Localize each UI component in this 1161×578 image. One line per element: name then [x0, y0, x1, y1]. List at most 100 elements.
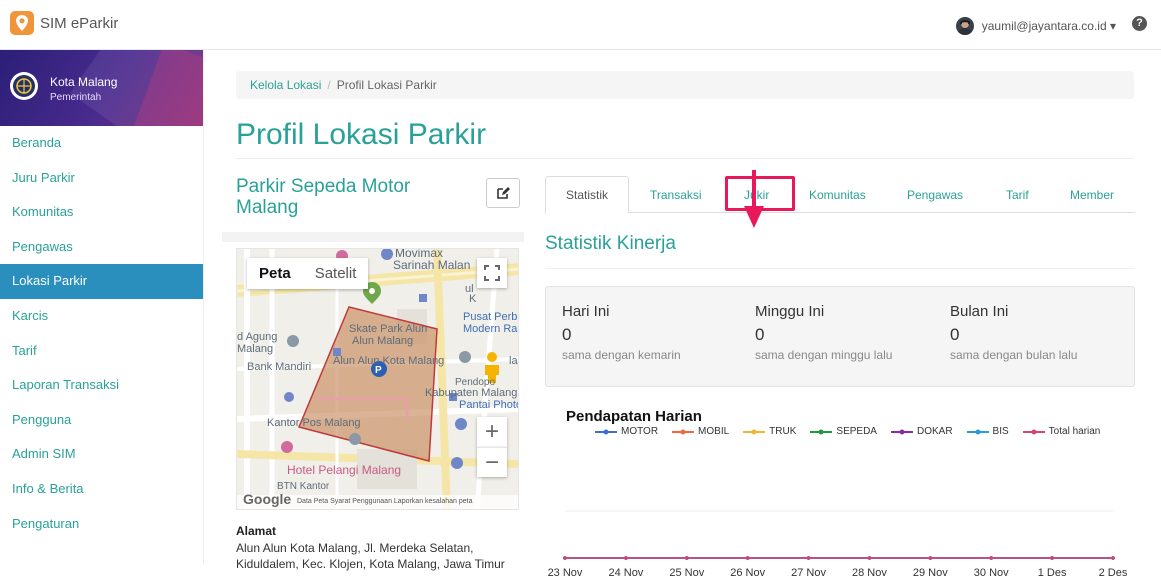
divider: [236, 158, 1134, 159]
sidebar-item-pengawas[interactable]: Pengawas: [0, 230, 203, 265]
legend-swatch: [966, 429, 989, 434]
legend-label: MOTOR: [621, 426, 659, 437]
stats-title: Statistik Kinerja: [545, 233, 676, 254]
tab-komunitas[interactable]: Komunitas: [809, 188, 866, 202]
user-menu[interactable]: yaumil@jayantara.co.id ▾: [955, 17, 1116, 35]
org-name: Kota Malang: [50, 75, 118, 89]
legend-swatch: [743, 429, 766, 434]
zoom-in-button[interactable]: +: [477, 417, 507, 447]
sidebar-item-info-berita[interactable]: Info & Berita: [0, 472, 203, 507]
tab-bar: Statistik Transaksi Jukir Komunitas Peng…: [545, 176, 1135, 214]
map-tab-peta[interactable]: Peta: [247, 258, 303, 289]
legend-swatch: [890, 429, 913, 434]
x-tick-label: 25 Nov: [669, 567, 704, 578]
city-emblem-icon: [10, 72, 38, 100]
map-tab-satelit[interactable]: Satelit: [303, 258, 369, 289]
legend-item[interactable]: Total harian: [1022, 426, 1101, 437]
x-tick-label: 26 Nov: [730, 567, 765, 578]
top-navbar: SIM eParkir yaumil@jayantara.co.id ▾ ?: [0, 0, 1161, 50]
data-point: [989, 556, 994, 560]
legend-label: DOKAR: [916, 426, 953, 437]
kpi-week: Minggu Ini 0 sama dengan minggu lalu: [755, 303, 893, 362]
tab-pengawas[interactable]: Pengawas: [907, 188, 963, 202]
daily-revenue-chart: 23 Nov 24 Nov 25 Nov 26 Nov 27 Nov 28 Nov 29 N…: [548, 510, 1128, 578]
chart-title: Pendapatan Harian: [566, 408, 702, 425]
data-point: [624, 556, 628, 560]
edit-icon: [497, 187, 510, 199]
location-name: Parkir Sepeda Motor Malang: [236, 176, 411, 218]
legend-item[interactable]: MOTOR: [595, 426, 658, 437]
chart-legend: MOTOR MOBIL TRUK SEPEDA DOKAR BIS Total harian: [595, 426, 1100, 437]
tab-member[interactable]: Member: [1070, 188, 1114, 202]
legend-item[interactable]: BIS: [966, 426, 1009, 437]
app-name: SIM eParkir: [40, 14, 119, 32]
map-type-toggle: Peta Satelit: [247, 258, 369, 289]
sidebar-item-admin-sim[interactable]: Admin SIM: [0, 437, 203, 472]
x-tick-label: 24 Nov: [608, 567, 643, 578]
tab-tarif[interactable]: Tarif: [1006, 188, 1029, 202]
legend-label: BIS: [992, 426, 1009, 437]
sidebar-nav: Beranda Juru Parkir Komunitas Pengawas L…: [0, 126, 203, 541]
sidebar-item-karcis[interactable]: Karcis: [0, 299, 203, 334]
x-tick-label: 2 Des: [1099, 567, 1128, 578]
tab-statistik[interactable]: Statistik: [545, 176, 630, 214]
data-point: [1050, 556, 1054, 560]
help-icon[interactable]: ?: [1132, 16, 1147, 31]
breadcrumb-current: Profil Lokasi Parkir: [336, 78, 437, 92]
google-logo: Google: [243, 491, 292, 507]
sidebar-item-pengguna[interactable]: Pengguna: [0, 403, 203, 438]
legend-item[interactable]: SEPEDA: [810, 426, 877, 437]
sidebar-item-laporan-transaksi[interactable]: Laporan Transaksi: [0, 368, 203, 403]
sidebar-item-pengaturan[interactable]: Pengaturan: [0, 507, 203, 542]
data-point: [806, 556, 811, 560]
legend-item[interactable]: TRUK: [743, 426, 796, 437]
edit-location-button[interactable]: [486, 178, 520, 208]
x-tick-label: 30 Nov: [974, 567, 1009, 578]
org-role: Pemerintah: [50, 92, 102, 103]
legend-label: SEPEDA: [836, 426, 877, 437]
legend-swatch: [1022, 429, 1045, 434]
zoom-out-button[interactable]: −: [477, 447, 507, 477]
avatar: [955, 17, 974, 35]
location-map[interactable]: P Peta Satelit + − Movimax Sarinah Malan…: [236, 248, 519, 510]
x-tick-label: 1 Des: [1038, 567, 1067, 578]
sidebar: Kota Malang Pemerintah Beranda Juru Park…: [0, 50, 204, 564]
brand[interactable]: SIM eParkir: [10, 11, 118, 35]
x-tick-label: 27 Nov: [791, 567, 826, 578]
tab-transaksi[interactable]: Transaksi: [650, 188, 702, 202]
data-point: [563, 556, 567, 560]
main-content: Kelola Lokasi / Profil Lokasi Parkir Profi…: [204, 50, 1161, 578]
kpi-today: Hari Ini 0 sama dengan kemarin: [562, 303, 681, 362]
org-banner: Kota Malang Pemerintah: [0, 50, 203, 126]
data-point: [745, 556, 750, 560]
x-tick-label: 23 Nov: [548, 567, 583, 578]
legend-label: Total harian: [1048, 426, 1101, 437]
data-point: [928, 556, 933, 560]
sidebar-item-komunitas[interactable]: Komunitas: [0, 195, 203, 230]
legend-label: MOBIL: [698, 426, 730, 437]
address-text: Alun Alun Kota Malang, Jl. Merdeka Selat…: [236, 541, 505, 571]
legend-label: TRUK: [769, 426, 797, 437]
breadcrumb: Kelola Lokasi / Profil Lokasi Parkir: [236, 71, 1134, 99]
sidebar-item-beranda[interactable]: Beranda: [0, 126, 203, 161]
data-point: [867, 556, 872, 560]
legend-swatch: [595, 429, 617, 434]
legend-swatch: [672, 429, 695, 434]
legend-item[interactable]: DOKAR: [890, 426, 953, 437]
sidebar-item-juru-parkir[interactable]: Juru Parkir: [0, 161, 203, 196]
kpi-panel: Hari Ini 0 sama dengan kemarin Minggu In…: [545, 286, 1135, 387]
user-email: yaumil@jayantara.co.id ▾: [981, 19, 1116, 33]
x-tick-label: 29 Nov: [913, 567, 948, 578]
legend-item[interactable]: MOBIL: [672, 426, 729, 437]
sidebar-item-lokasi-parkir[interactable]: Lokasi Parkir: [0, 264, 203, 299]
address-label: Alamat: [236, 524, 277, 538]
kpi-month: Bulan Ini 0 sama dengan bulan lalu: [950, 303, 1078, 362]
data-point: [1111, 556, 1115, 560]
breadcrumb-link-kelola-lokasi[interactable]: Kelola Lokasi: [250, 78, 321, 92]
sidebar-item-tarif[interactable]: Tarif: [0, 334, 203, 369]
fullscreen-icon[interactable]: [477, 258, 507, 288]
legend-swatch: [810, 429, 833, 434]
x-tick-label: 28 Nov: [852, 567, 887, 578]
data-point: [684, 556, 689, 560]
arrow-down-icon: [744, 170, 764, 228]
